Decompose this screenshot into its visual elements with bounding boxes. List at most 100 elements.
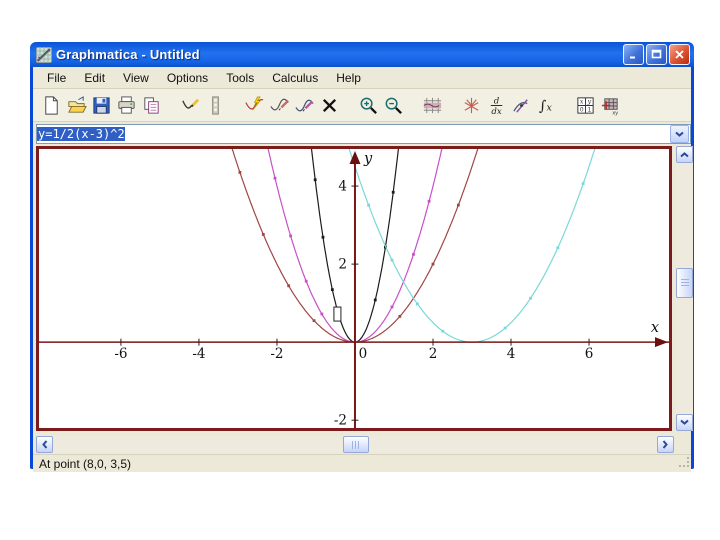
- graph-canvas[interactable]: -6-4-2024642-2xy: [36, 146, 672, 431]
- annotate-icon: [294, 95, 315, 116]
- curve-point-marker: [391, 306, 394, 309]
- maximize-icon: [651, 49, 662, 60]
- scroll-left-button[interactable]: [36, 436, 53, 453]
- curve-point-marker: [504, 327, 507, 330]
- chevron-down-icon: [675, 131, 684, 138]
- horizontal-scrollbar[interactable]: [36, 436, 674, 453]
- hscroll-region: [33, 435, 691, 454]
- curve-point-marker: [391, 259, 394, 262]
- scroll-down-button[interactable]: [676, 414, 693, 431]
- curve-point-marker: [313, 319, 316, 322]
- menu-tools[interactable]: Tools: [217, 69, 263, 87]
- copy-button[interactable]: [139, 92, 164, 118]
- integrate-button[interactable]: ∫x: [534, 92, 559, 118]
- grid-range-button[interactable]: [420, 92, 445, 118]
- y-tick-label: 2: [338, 257, 347, 273]
- minimize-icon: [628, 49, 639, 60]
- curve-point-marker: [556, 246, 559, 249]
- point-tables-icon: xy: [600, 95, 621, 116]
- curve-point-marker: [287, 284, 290, 287]
- app-logo-icon: [36, 47, 52, 63]
- curve-point-marker: [305, 280, 308, 283]
- draw-graph-button[interactable]: [178, 92, 203, 118]
- maximize-button[interactable]: [646, 44, 667, 65]
- data-table-button[interactable]: xy01: [573, 92, 598, 118]
- print-button[interactable]: [114, 92, 139, 118]
- curve-point-marker: [367, 204, 370, 207]
- equation-row: y=1/2(x-3)^2: [33, 122, 691, 146]
- chevron-left-icon: [41, 440, 48, 449]
- zoom-in-icon: [358, 95, 379, 116]
- line-style-button[interactable]: [203, 92, 228, 118]
- curve-point-marker: [289, 235, 292, 238]
- tangent-line-button[interactable]: [509, 92, 534, 118]
- point-tables-button[interactable]: xy: [598, 92, 623, 118]
- curve-point-marker: [322, 236, 325, 239]
- menu-calculus[interactable]: Calculus: [263, 69, 327, 87]
- new-file-icon: [41, 95, 62, 116]
- delete-graph-button[interactable]: [317, 92, 342, 118]
- curve-point-marker: [428, 200, 431, 203]
- new-file-button[interactable]: [39, 92, 64, 118]
- tangent-line-icon: [511, 95, 532, 116]
- redraw-pencil-button[interactable]: [267, 92, 292, 118]
- menu-help[interactable]: Help: [327, 69, 370, 87]
- vertical-scrollbar[interactable]: [676, 146, 693, 431]
- curve-point-marker: [398, 315, 401, 318]
- curve-point-marker: [412, 253, 415, 256]
- x-tick-label: 4: [507, 346, 516, 362]
- save-button[interactable]: [89, 92, 114, 118]
- draw-graph-icon: [180, 95, 201, 116]
- chevron-right-icon: [662, 440, 669, 449]
- open-file-button[interactable]: [64, 92, 89, 118]
- menu-file[interactable]: File: [38, 69, 75, 87]
- curve-y=1/2(x-3)^2: [346, 149, 599, 342]
- titlebar[interactable]: Graphmatica - Untitled: [30, 42, 694, 67]
- menu-view[interactable]: View: [114, 69, 158, 87]
- save-icon: [91, 95, 112, 116]
- x-tick-label: 6: [585, 346, 594, 362]
- resize-grip-icon[interactable]: [679, 457, 690, 471]
- menu-options[interactable]: Options: [158, 69, 217, 87]
- curve-point-marker: [432, 263, 435, 266]
- svg-text:x: x: [547, 102, 553, 113]
- x-tick-label: 2: [429, 346, 438, 362]
- y-tick-label: -2: [334, 413, 347, 428]
- redraw-all-icon: [244, 95, 265, 116]
- zoom-in-button[interactable]: [356, 92, 381, 118]
- graphmatica-window: Graphmatica - Untitled FileEditViewOptio…: [30, 42, 694, 469]
- curve-point-marker: [457, 204, 460, 207]
- curve-point-marker: [314, 178, 317, 181]
- scroll-up-button[interactable]: [676, 146, 693, 163]
- scroll-right-button[interactable]: [657, 436, 674, 453]
- curve-point-marker: [320, 313, 323, 316]
- zoom-out-button[interactable]: [381, 92, 406, 118]
- x-tick-label: -2: [270, 346, 283, 362]
- toolbar: ddx ∫x xy01xy: [33, 89, 691, 122]
- derivative-button[interactable]: ddx: [484, 92, 509, 118]
- menu-edit[interactable]: Edit: [75, 69, 114, 87]
- horizontal-scroll-thumb[interactable]: [343, 436, 369, 453]
- zoom-out-icon: [383, 95, 404, 116]
- copy-icon: [141, 95, 162, 116]
- close-button[interactable]: [669, 44, 690, 65]
- minimize-button[interactable]: [623, 44, 644, 65]
- x-axis-label: x: [651, 320, 659, 336]
- critical-points-button[interactable]: [459, 92, 484, 118]
- vertical-scroll-thumb[interactable]: [676, 268, 693, 298]
- critical-points-icon: [461, 95, 482, 116]
- x-tick-label: 0: [359, 346, 368, 362]
- redraw-all-button[interactable]: [242, 92, 267, 118]
- menubar: FileEditViewOptionsToolsCalculusHelp: [33, 67, 691, 89]
- statusbar: At point (8,0, 3,5): [33, 454, 691, 472]
- curve-point-marker: [238, 171, 241, 174]
- equation-input[interactable]: y=1/2(x-3)^2: [36, 124, 691, 144]
- equation-text: y=1/2(x-3)^2: [37, 127, 125, 141]
- annotate-button[interactable]: [292, 92, 317, 118]
- svg-text:dx: dx: [491, 107, 501, 116]
- line-style-icon: [205, 95, 226, 116]
- equation-dropdown-button[interactable]: [670, 125, 689, 143]
- integrate-icon: ∫x: [536, 95, 557, 116]
- thumb-grip: [681, 279, 689, 287]
- chevron-down-icon: [680, 419, 689, 426]
